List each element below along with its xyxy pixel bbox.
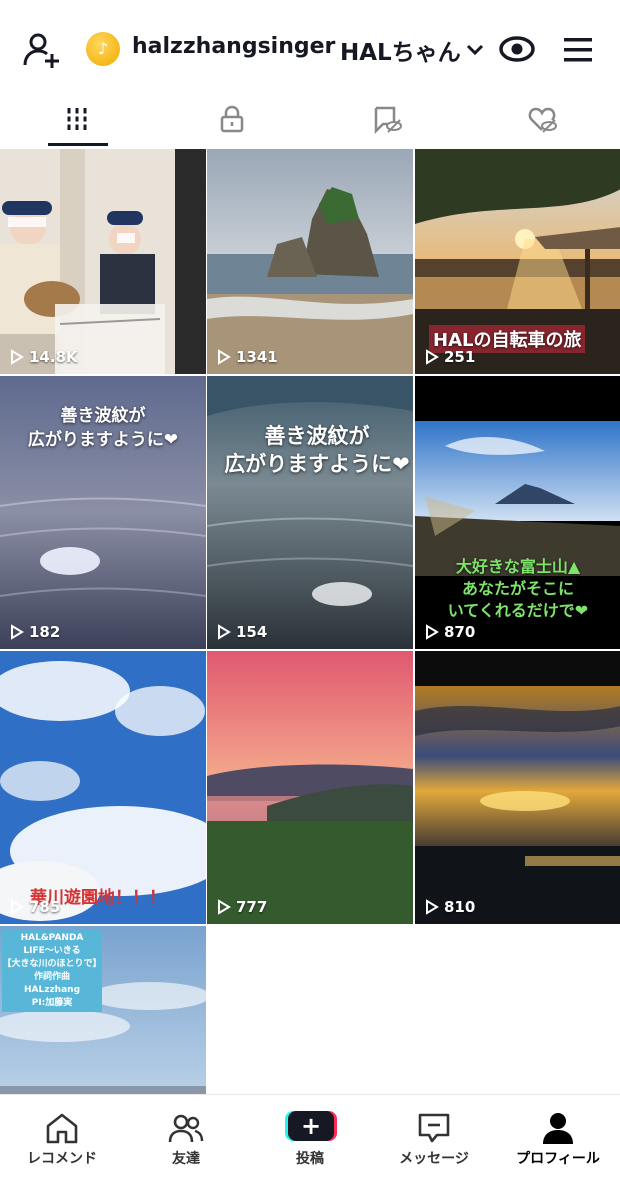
friends-icon	[168, 1114, 204, 1143]
view-count: 785	[10, 898, 60, 916]
video-tile[interactable]: 810	[415, 651, 620, 924]
video-caption: HAL&PANDA LIFE〜いきる 【大きな川のほとりで】 作詞作曲 HALz…	[2, 930, 102, 1012]
view-count: 810	[425, 898, 475, 916]
video-thumbnail	[207, 149, 413, 374]
play-icon	[11, 899, 24, 915]
video-thumbnail	[415, 651, 620, 924]
menu-icon[interactable]	[562, 36, 594, 64]
add-user-icon[interactable]	[22, 30, 62, 70]
nav-profile[interactable]: プロフィール	[496, 1095, 620, 1201]
video-thumbnail	[207, 376, 413, 649]
active-tab-indicator	[48, 143, 108, 146]
play-icon	[218, 349, 231, 365]
nav-messages[interactable]: メッセージ	[372, 1095, 496, 1201]
video-caption: 大好きな富士山▲ あなたがそこに いてくれるだけで❤	[447, 557, 589, 620]
display-name-switcher[interactable]: HALちゃん	[340, 33, 461, 67]
tab-liked[interactable]	[465, 96, 620, 148]
video-tile[interactable]: 善き波紋が 広がりますように❤ 182	[0, 376, 206, 649]
view-count: 870	[425, 623, 475, 641]
message-icon	[418, 1113, 450, 1143]
video-tile[interactable]: HALの自転車の旅 251	[415, 149, 620, 374]
view-count: 14.8K	[10, 348, 78, 366]
video-tile[interactable]: 大好きな富士山▲ あなたがそこに いてくれるだけで❤ 870	[415, 376, 620, 649]
nav-friends[interactable]: 友達	[124, 1095, 248, 1201]
nav-post[interactable]: + 投稿	[248, 1095, 372, 1201]
video-caption: 善き波紋が 広がりますように❤	[224, 424, 410, 476]
bookmark-hidden-icon	[374, 106, 402, 134]
view-count: 182	[10, 623, 60, 641]
username: halzzhangsinger	[132, 34, 336, 59]
video-tile[interactable]: 善き波紋が 広がりますように❤ 154	[207, 376, 413, 649]
tab-favorites[interactable]	[310, 96, 465, 148]
video-tile[interactable]: 1341	[207, 149, 413, 374]
plus-icon: +	[288, 1111, 334, 1141]
chevron-down-icon[interactable]	[464, 38, 486, 60]
nav-label: レコメンド	[27, 1151, 97, 1167]
view-count: 1341	[217, 348, 278, 366]
play-icon	[426, 349, 439, 365]
view-count: 777	[217, 898, 267, 916]
profile-header: ♪ halzzhangsinger HALちゃん	[0, 0, 620, 96]
profile-icon	[543, 1113, 573, 1144]
nav-label: プロフィール	[516, 1151, 600, 1167]
video-tile[interactable]: HAL&PANDA LIFE〜いきる 【大きな川のほとりで】 作詞作曲 HALz…	[0, 926, 206, 1094]
tab-videos[interactable]	[0, 96, 155, 148]
view-count: 154	[217, 623, 267, 641]
nav-home[interactable]: レコメンド	[0, 1095, 124, 1201]
nav-label: 投稿	[296, 1151, 324, 1167]
grid-icon	[65, 108, 89, 130]
home-icon	[46, 1113, 78, 1144]
video-tile[interactable]: 777	[207, 651, 413, 924]
video-tile[interactable]: 華川遊園地！！！ 785	[0, 651, 206, 924]
heart-hidden-icon	[528, 107, 557, 133]
video-tile[interactable]: 14.8K	[0, 149, 206, 374]
video-thumbnail	[207, 651, 413, 924]
play-icon	[426, 624, 439, 640]
profile-tabs	[0, 96, 620, 148]
tab-private[interactable]	[155, 96, 310, 148]
bottom-nav: レコメンド 友達 + 投稿 メッセージ プロフィール	[0, 1094, 620, 1201]
play-icon	[11, 624, 24, 640]
play-icon	[218, 624, 231, 640]
nav-label: 友達	[172, 1151, 200, 1167]
coin-icon[interactable]: ♪	[86, 32, 120, 66]
play-icon	[218, 899, 231, 915]
video-caption: 善き波紋が 広がりますように❤	[27, 406, 179, 450]
nav-label: メッセージ	[399, 1151, 469, 1167]
eye-icon[interactable]	[498, 34, 536, 64]
play-icon	[426, 899, 439, 915]
video-thumbnail	[0, 149, 206, 374]
view-count: 251	[425, 348, 475, 366]
play-icon	[11, 349, 24, 365]
lock-icon	[220, 105, 244, 133]
